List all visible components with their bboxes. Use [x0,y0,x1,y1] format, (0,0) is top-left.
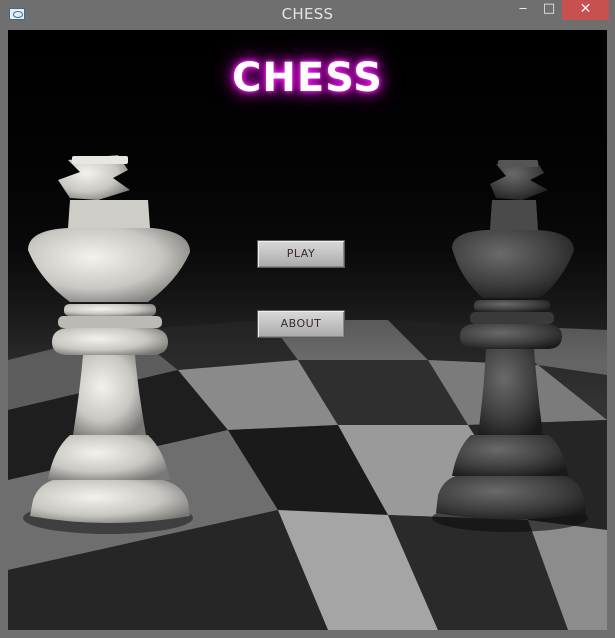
title-bar[interactable]: CHESS ‒ □ ✕ [0,0,615,30]
about-button[interactable]: ABOUT [257,310,345,338]
maximize-button[interactable]: □ [536,0,562,20]
minimize-button[interactable]: ‒ [510,0,536,20]
play-button[interactable]: PLAY [257,240,345,268]
game-logo: CHESS [232,55,383,101]
app-window: CHESS ‒ □ ✕ CHESS PLAY ABOUT [0,0,615,638]
close-button[interactable]: ✕ [562,0,609,20]
game-canvas: CHESS PLAY ABOUT [8,30,607,630]
